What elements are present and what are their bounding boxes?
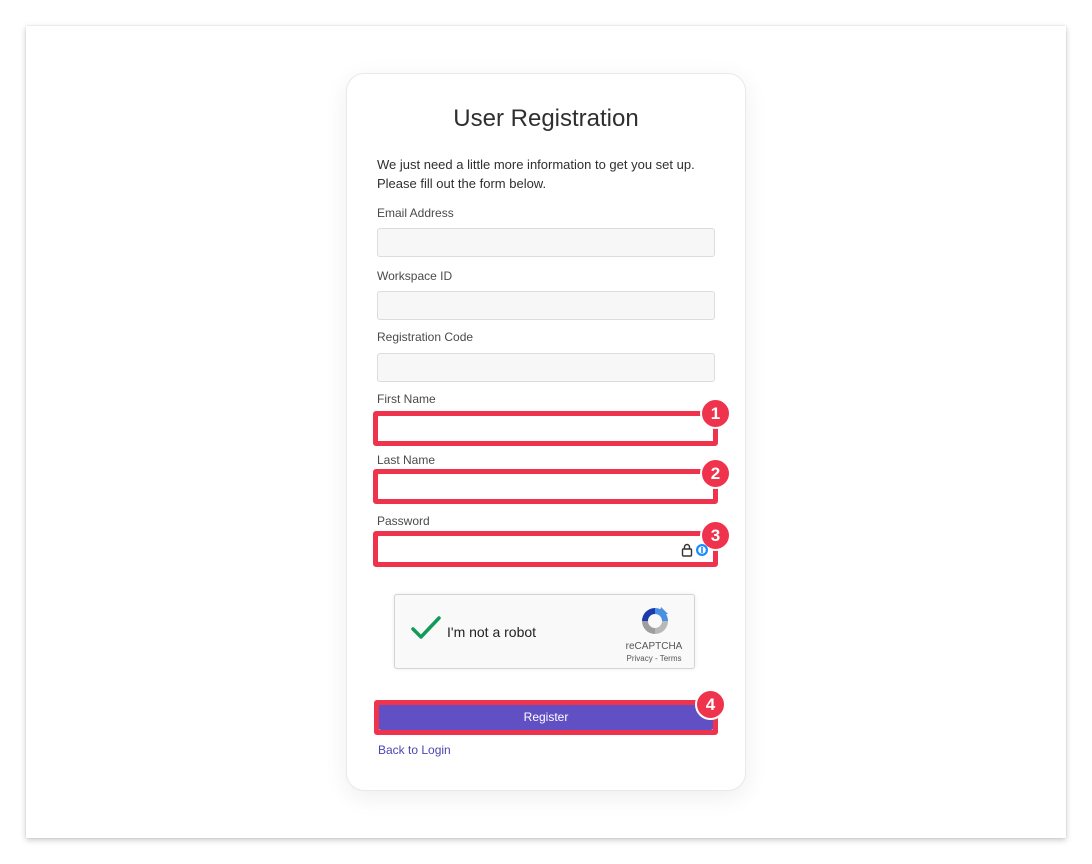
recaptcha-widget: I'm not a robot reCAPTCHA Privacy - Term… [394,594,695,669]
registration-code-field[interactable] [377,353,715,382]
recaptcha-logo-icon [639,605,671,642]
annotation-badge-4: 4 [695,689,726,720]
lock-icon[interactable] [681,543,711,557]
workspace-id-label: Workspace ID [377,269,453,283]
captcha-label: I'm not a robot [447,624,537,640]
annotation-badge-2: 2 [700,458,731,489]
recaptcha-brand: reCAPTCHA [625,641,683,652]
intro-line-2: Please fill out the form below. [377,176,547,191]
checkmark-icon[interactable] [411,615,441,646]
email-field[interactable] [377,228,715,257]
annotation-badge-1: 1 [700,398,731,429]
intro-text: We just need a little more information t… [377,155,722,193]
password-label: Password [377,514,430,528]
last-name-label: Last Name [377,453,436,467]
page-title: User Registration [453,105,639,132]
intro-line-1: We just need a little more information t… [377,157,695,172]
highlight-box-3 [373,531,718,567]
back-to-login-link[interactable]: Back to Login [378,743,451,757]
email-label: Email Address [377,206,454,220]
highlight-box-4 [374,700,718,735]
password-helper-icons [681,543,711,557]
recaptcha-privacy-terms-link[interactable]: Privacy - Terms [615,654,693,663]
highlight-box-1 [373,411,718,446]
first-name-label: First Name [377,392,436,406]
workspace-id-field[interactable] [377,291,715,320]
highlight-box-2 [373,469,718,504]
registration-code-label: Registration Code [377,330,474,344]
